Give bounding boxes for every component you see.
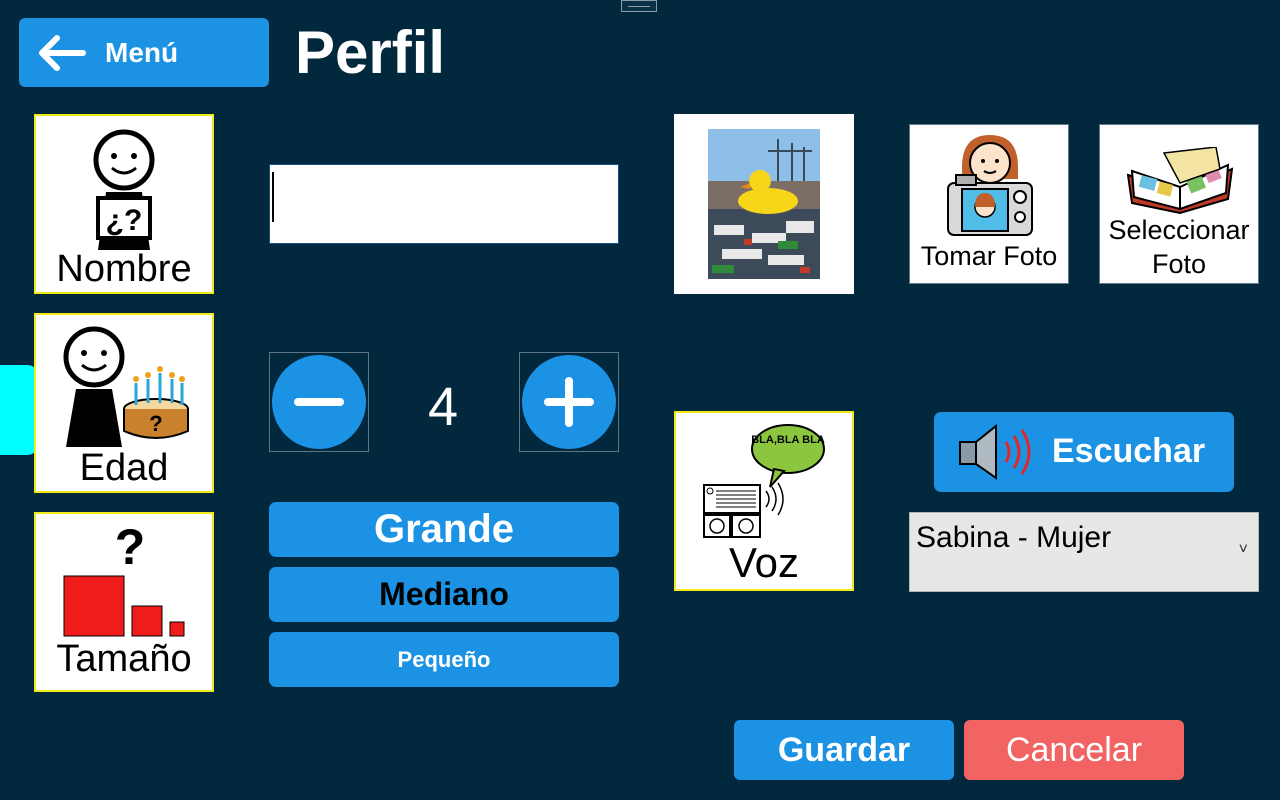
speech-bubble-text: BLA,BLA BLA	[751, 434, 825, 446]
size-card-label: Tamaño	[56, 638, 192, 680]
back-arrow-icon	[39, 34, 86, 71]
age-value: 4	[427, 377, 459, 437]
chevron-down-icon: ˅	[1238, 541, 1248, 558]
age-card-label: Edad	[79, 447, 169, 489]
cancel-button[interactable]: Cancelar	[964, 720, 1184, 780]
age-decrement-button[interactable]	[269, 352, 369, 452]
svg-text:?: ?	[115, 520, 146, 575]
speech-bubble-voice-icon: BLA,BLA BLA	[703, 424, 825, 538]
harbor-photo-image	[708, 129, 820, 279]
select-photo-label-line2: Foto	[1151, 249, 1207, 279]
svg-text:?: ?	[149, 411, 162, 436]
person-birthday-cake-icon: ?	[63, 326, 189, 447]
listen-button[interactable]: Escuchar	[934, 412, 1234, 492]
size-small-button[interactable]: Pequeño	[269, 632, 619, 687]
speaker-icon	[959, 423, 1031, 480]
age-card: ? Edad	[34, 313, 214, 493]
name-input[interactable]	[269, 164, 619, 244]
select-photo-label-line1: Seleccionar	[1108, 215, 1250, 245]
listen-button-label: Escuchar	[1052, 432, 1206, 470]
voice-select-value: Sabina - Mujer	[916, 521, 1112, 554]
photo-album-icon	[1126, 147, 1234, 215]
select-photo-button[interactable]: Seleccionar Foto	[1099, 124, 1259, 284]
menu-button[interactable]: Menú	[19, 18, 269, 87]
profile-photo	[674, 114, 854, 294]
save-button[interactable]: Guardar	[734, 720, 954, 780]
size-medium-button[interactable]: Mediano	[269, 567, 619, 622]
size-squares-icon: ?	[63, 520, 185, 637]
name-card: ¿? Nombre	[34, 114, 214, 294]
person-question-icon: ¿?	[93, 129, 155, 250]
size-large-button[interactable]: Grande	[269, 502, 619, 557]
window-grip[interactable]	[621, 0, 657, 12]
age-increment-button[interactable]	[519, 352, 619, 452]
voice-card: BLA,BLA BLA Voz	[674, 411, 854, 591]
name-card-label: Nombre	[56, 248, 192, 290]
text-caret	[272, 172, 274, 222]
page-title: Perfil	[295, 19, 446, 86]
minus-icon	[272, 355, 366, 449]
voice-select[interactable]: Sabina - Mujer ˅	[909, 512, 1259, 592]
menu-button-label: Menú	[105, 36, 179, 68]
voice-card-label: Voz	[728, 539, 800, 586]
size-card: ? Tamaño	[34, 512, 214, 692]
take-photo-label: Tomar Foto	[920, 241, 1058, 271]
camera-girl-icon	[947, 135, 1033, 236]
take-photo-button[interactable]: Tomar Foto	[909, 124, 1069, 284]
svg-text:¿?: ¿?	[106, 204, 143, 237]
plus-icon	[522, 355, 616, 449]
